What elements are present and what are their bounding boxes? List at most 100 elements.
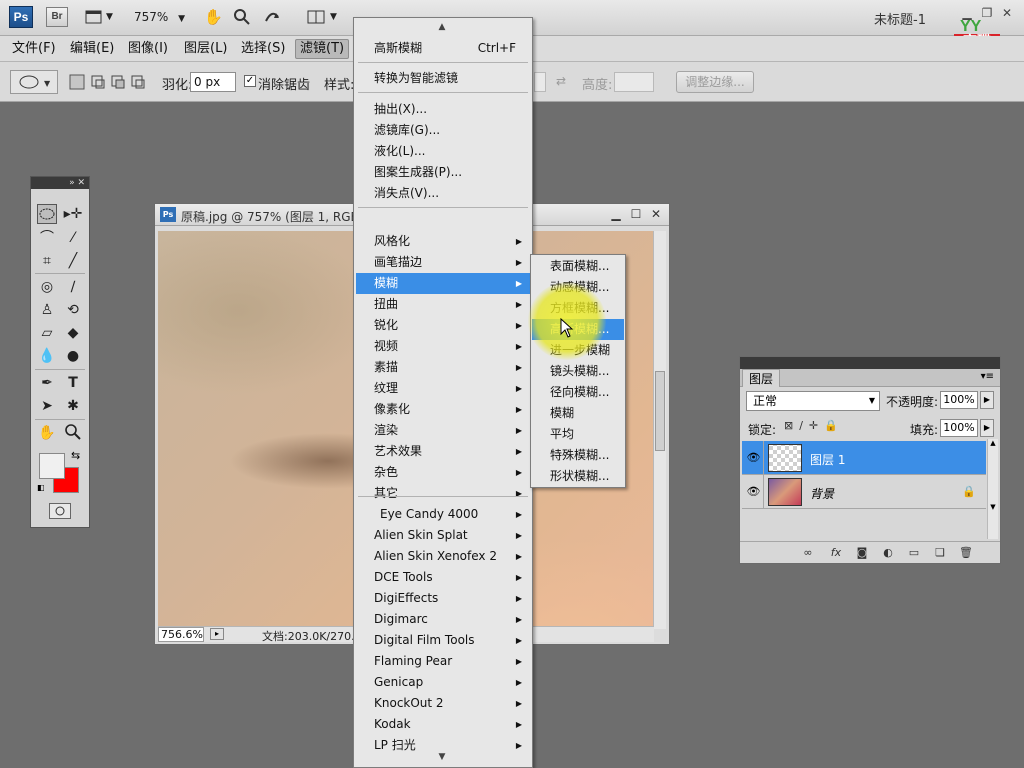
menu-item-filter-category[interactable]: 视频 ▶ bbox=[356, 336, 530, 357]
zoom-tool-icon[interactable] bbox=[63, 423, 83, 443]
menu-item-filter-category[interactable]: 画笔描边 ▶ bbox=[356, 252, 530, 273]
menu-file[interactable]: 文件(F) bbox=[8, 39, 60, 59]
maximize-icon[interactable]: ☐ bbox=[629, 207, 643, 221]
menu-item-plugin[interactable]: Alien Skin Splat ▶ bbox=[356, 525, 530, 546]
menu-item-vanishing-point[interactable]: 消失点(V)... bbox=[356, 183, 530, 204]
menu-item-filter-category[interactable]: 其它 ▶ bbox=[356, 483, 530, 504]
menu-item-liquify[interactable]: 液化(L)... bbox=[356, 141, 530, 162]
clone-stamp-tool-icon[interactable]: ♙ bbox=[37, 300, 57, 320]
screen-mode-icon[interactable] bbox=[84, 7, 104, 27]
zoom-level-dropdown[interactable]: 757% ▼ bbox=[134, 7, 185, 27]
blur-menu-item[interactable]: 表面模糊... bbox=[532, 256, 624, 277]
swap-colors-icon[interactable]: ⇆ bbox=[71, 449, 80, 462]
link-layers-icon[interactable]: ∞ bbox=[800, 546, 816, 560]
menu-item-plugin[interactable]: DigiEffects ▶ bbox=[356, 588, 530, 609]
fill-input[interactable]: 100% bbox=[940, 419, 978, 437]
blur-tool-icon[interactable]: 💧 bbox=[37, 346, 57, 366]
brush-tool-icon[interactable]: ∕ bbox=[63, 277, 83, 297]
lasso-tool-icon[interactable]: ⌒ bbox=[37, 228, 57, 248]
menu-select[interactable]: 选择(S) bbox=[237, 39, 289, 59]
bridge-button[interactable]: Br bbox=[46, 7, 68, 27]
tab-layers[interactable]: 图层 bbox=[742, 369, 781, 387]
layer-row[interactable]: 👁 图层 1 bbox=[742, 441, 986, 475]
chevron-down-icon[interactable]: ▼ bbox=[330, 7, 337, 27]
fill-slider-icon[interactable]: ▶ bbox=[980, 419, 994, 437]
pen-tool-icon[interactable]: ✒ bbox=[37, 373, 57, 393]
foreground-color-swatch[interactable] bbox=[39, 453, 65, 479]
blur-menu-item[interactable]: 动感模糊... bbox=[532, 277, 624, 298]
menu-item-extract[interactable]: 抽出(X)... bbox=[356, 99, 530, 120]
menu-item-convert-smart-filter[interactable]: 转换为智能滤镜 bbox=[356, 68, 530, 89]
menu-item-filter-category[interactable]: 模糊 ▶ bbox=[356, 273, 530, 294]
menu-scroll-up-icon[interactable]: ▲ bbox=[354, 20, 530, 34]
rotate-view-icon[interactable] bbox=[262, 7, 282, 27]
hand-tool-icon[interactable]: ✋ bbox=[37, 423, 57, 443]
opacity-input[interactable]: 100% bbox=[940, 391, 978, 409]
refine-edge-button[interactable]: 调整边缘... bbox=[676, 71, 754, 93]
menu-item-last-filter[interactable]: 高斯模糊 Ctrl+F bbox=[356, 38, 530, 59]
blur-menu-item[interactable]: 特殊模糊... bbox=[532, 445, 624, 466]
menu-layer[interactable]: 图层(L) bbox=[180, 39, 231, 59]
menu-item-plugin[interactable]: Genicap ▶ bbox=[356, 672, 530, 693]
close-icon[interactable]: ✕ bbox=[649, 207, 663, 221]
menu-image[interactable]: 图像(I) bbox=[124, 39, 172, 59]
menu-item-filter-category[interactable]: 渲染 ▶ bbox=[356, 420, 530, 441]
eraser-tool-icon[interactable]: ▱ bbox=[37, 323, 57, 343]
new-group-icon[interactable]: ▭ bbox=[906, 546, 922, 560]
layer-style-icon[interactable]: fx bbox=[828, 546, 844, 560]
zoom-field[interactable]: 756.6% bbox=[158, 627, 204, 642]
menu-item-plugin[interactable]: DCE Tools ▶ bbox=[356, 567, 530, 588]
menu-item-plugin[interactable]: Kodak ▶ bbox=[356, 714, 530, 735]
layers-panel-header[interactable] bbox=[740, 357, 1000, 369]
arrange-documents-icon[interactable] bbox=[306, 7, 326, 27]
elliptical-marquee-tool-icon[interactable] bbox=[37, 204, 57, 224]
menu-item-pattern-maker[interactable]: 图案生成器(P)... bbox=[356, 162, 530, 183]
type-tool-icon[interactable]: T bbox=[63, 373, 83, 393]
eye-icon[interactable]: 👁 bbox=[744, 475, 764, 509]
layer-row[interactable]: 👁 背景 🔒 bbox=[742, 475, 986, 509]
blur-menu-item[interactable]: 平均 bbox=[532, 424, 624, 445]
zoom-icon[interactable] bbox=[232, 7, 252, 27]
antialias-checkbox[interactable]: ✓ bbox=[244, 75, 256, 87]
magic-wand-tool-icon[interactable]: ⁄ bbox=[63, 228, 83, 248]
menu-edit[interactable]: 编辑(E) bbox=[66, 39, 118, 59]
blur-menu-item[interactable]: 模糊 bbox=[532, 403, 624, 424]
vertical-scrollbar[interactable] bbox=[653, 231, 666, 629]
minimize-icon[interactable]: ▁ bbox=[609, 207, 623, 221]
close-icon[interactable]: ✕ bbox=[1000, 6, 1014, 20]
menu-item-filter-category[interactable]: 纹理 ▶ bbox=[356, 378, 530, 399]
layer-name[interactable]: 背景 bbox=[810, 485, 834, 502]
eye-icon[interactable]: 👁 bbox=[744, 441, 764, 475]
menu-item-plugin[interactable]: KnockOut 2 ▶ bbox=[356, 693, 530, 714]
layer-name[interactable]: 图层 1 bbox=[810, 451, 845, 468]
hand-icon[interactable]: ✋ bbox=[204, 7, 223, 27]
menu-item-filter-category[interactable]: 像素化 ▶ bbox=[356, 399, 530, 420]
blur-menu-item[interactable]: 进一步模糊 bbox=[532, 340, 624, 361]
menu-item-plugin[interactable]: Eye Candy 4000 ▶ bbox=[356, 504, 530, 525]
chevron-down-icon[interactable]: ▼ bbox=[106, 7, 113, 27]
history-brush-tool-icon[interactable]: ⟲ bbox=[63, 300, 83, 320]
layers-scrollbar[interactable]: ▲ ▼ bbox=[987, 439, 998, 539]
add-mask-icon[interactable]: ◙ bbox=[854, 546, 870, 560]
eyedropper-tool-icon[interactable]: ╱ bbox=[63, 251, 83, 271]
blur-menu-item[interactable]: 高斯模糊... bbox=[532, 319, 624, 340]
menu-item-filter-category[interactable]: 素描 ▶ bbox=[356, 357, 530, 378]
feather-input[interactable]: 0 px bbox=[190, 72, 236, 92]
blur-menu-item[interactable]: 形状模糊... bbox=[532, 466, 624, 487]
menu-item-plugin[interactable]: Alien Skin Xenofex 2 ▶ bbox=[356, 546, 530, 567]
menu-item-filter-category[interactable]: 扭曲 ▶ bbox=[356, 294, 530, 315]
move-tool-icon[interactable]: ▸✛ bbox=[63, 204, 83, 224]
blend-mode-select[interactable]: 正常 ▼ bbox=[746, 391, 880, 411]
menu-item-filter-category[interactable]: 风格化 ▶ bbox=[356, 231, 530, 252]
custom-shape-tool-icon[interactable]: ✱ bbox=[63, 396, 83, 416]
menu-scroll-down-icon[interactable]: ▼ bbox=[354, 750, 530, 764]
menu-item-filter-category[interactable]: 杂色 ▶ bbox=[356, 462, 530, 483]
new-layer-icon[interactable]: ❏ bbox=[932, 546, 948, 560]
menu-item-plugin[interactable]: Digital Film Tools ▶ bbox=[356, 630, 530, 651]
adjustment-layer-icon[interactable]: ◐ bbox=[880, 546, 896, 560]
path-selection-tool-icon[interactable]: ➤ bbox=[37, 396, 57, 416]
tools-panel-header[interactable]: » ✕ bbox=[31, 177, 89, 189]
blur-menu-item[interactable]: 镜头模糊... bbox=[532, 361, 624, 382]
menu-item-plugin[interactable]: Digimarc ▶ bbox=[356, 609, 530, 630]
paint-bucket-tool-icon[interactable]: ◆ bbox=[63, 323, 83, 343]
